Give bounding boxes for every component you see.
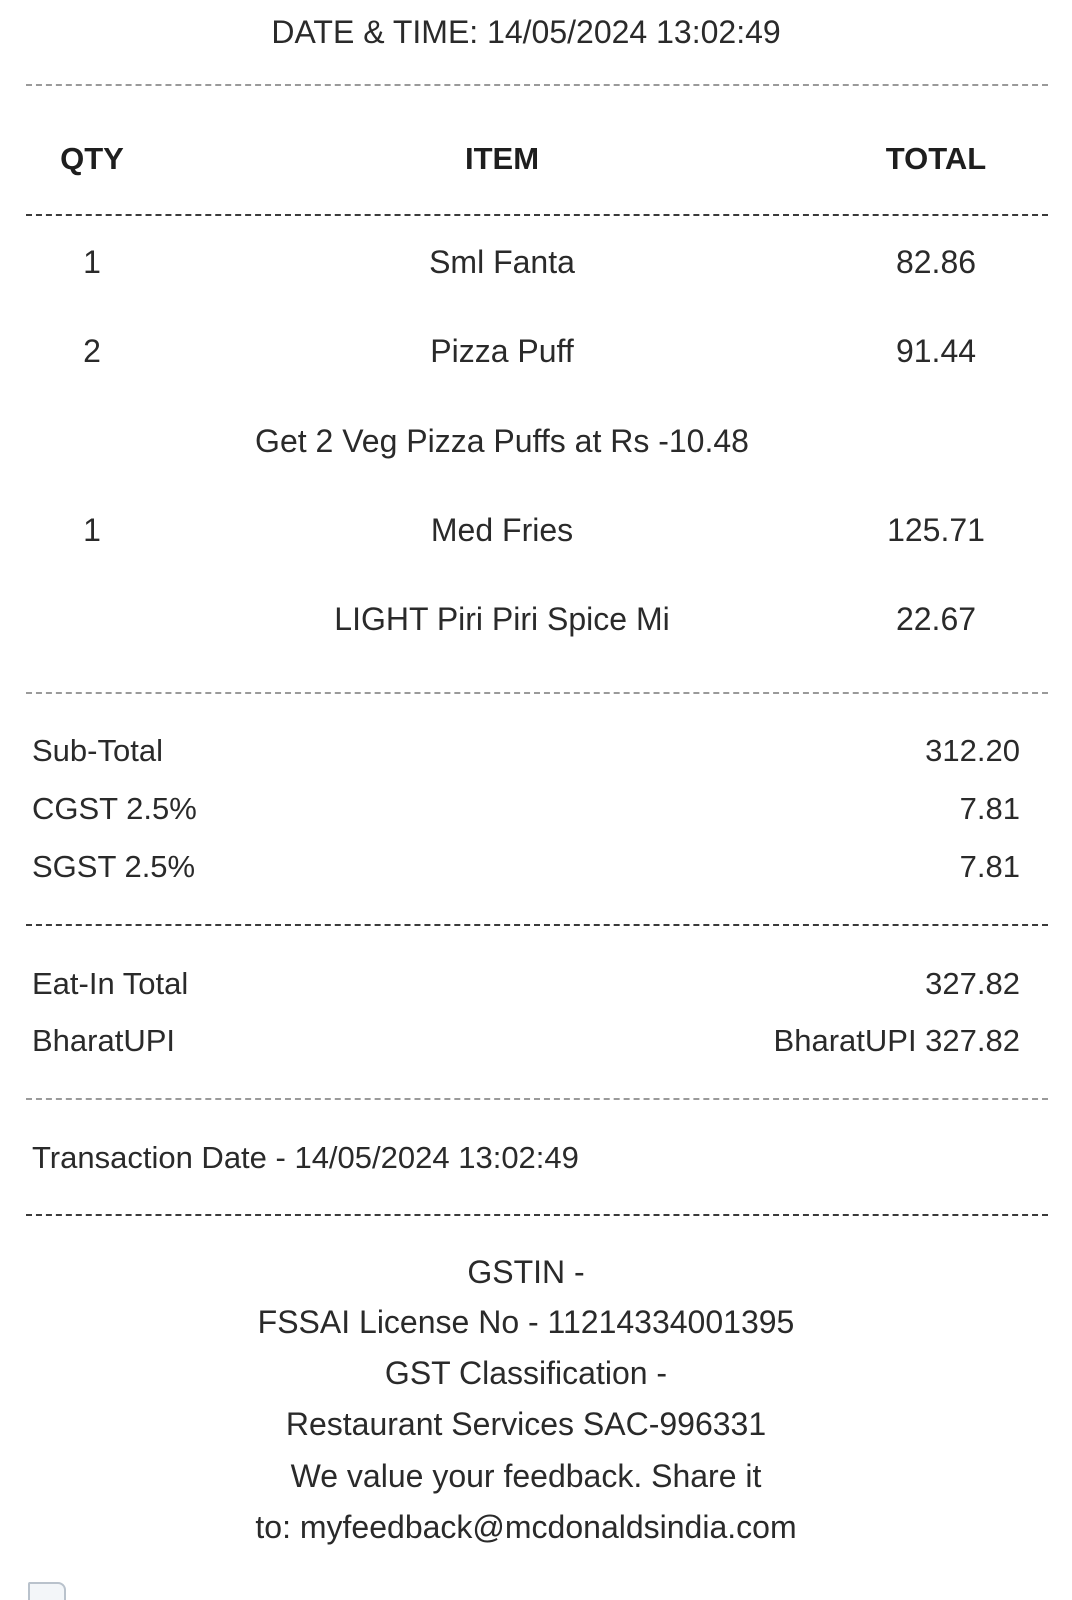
summary-value: 312.20 [925, 733, 1020, 768]
line-item-name: Get 2 Veg Pizza Puffs at Rs -10.48 [255, 423, 749, 459]
broken-image-icon [28, 1582, 66, 1600]
payment-method-value: BharatUPI 327.82 [773, 1023, 1020, 1058]
fssai-line: FSSAI License No - 11214334001395 [257, 1304, 795, 1340]
summary-value: 7.81 [959, 849, 1020, 884]
summary-label: Sub-Total [32, 733, 163, 768]
line-item-name: LIGHT Piri Piri Spice Mi [334, 601, 670, 637]
feedback-email[interactable]: to: myfeedback@mcdonaldsindia.com [255, 1507, 796, 1547]
divider [26, 924, 1048, 926]
eat-in-total-label: Eat-In Total [32, 966, 189, 1001]
line-item-qty: 2 [83, 333, 101, 369]
line-item-name: Sml Fanta [429, 244, 575, 280]
line-item-name: Med Fries [430, 512, 574, 548]
line-item-total: 125.71 [887, 512, 985, 548]
eat-in-total-value: 327.82 [925, 966, 1020, 1001]
column-header-item: ITEM [464, 141, 540, 176]
transaction-date: Transaction Date - 14/05/2024 13:02:49 [32, 1140, 579, 1175]
summary-value: 7.81 [959, 791, 1020, 826]
line-item-total: 82.86 [895, 244, 977, 280]
line-item-total: 91.44 [895, 333, 977, 369]
column-header-total: TOTAL [885, 141, 987, 176]
divider [26, 84, 1048, 86]
line-item-qty: 1 [83, 512, 101, 548]
payment-method-label: BharatUPI [32, 1023, 176, 1058]
line-item-total: 22.67 [895, 601, 977, 637]
gst-classification-line: GST Classification - [384, 1355, 668, 1391]
feedback-line: We value your feedback. Share it [290, 1458, 762, 1494]
divider [26, 214, 1048, 216]
line-item-qty: 1 [83, 244, 101, 280]
summary-label: CGST 2.5% [32, 791, 197, 826]
line-item-name: Pizza Puff [430, 333, 574, 369]
sac-line: Restaurant Services SAC-996331 [285, 1406, 767, 1442]
divider [26, 692, 1048, 694]
summary-label: SGST 2.5% [32, 849, 196, 884]
divider [26, 1214, 1048, 1216]
column-header-qty: QTY [60, 141, 124, 176]
receipt-datetime: DATE & TIME: 14/05/2024 13:02:49 [271, 14, 781, 50]
gstin-line: GSTIN - [467, 1254, 585, 1290]
divider [26, 1098, 1048, 1100]
